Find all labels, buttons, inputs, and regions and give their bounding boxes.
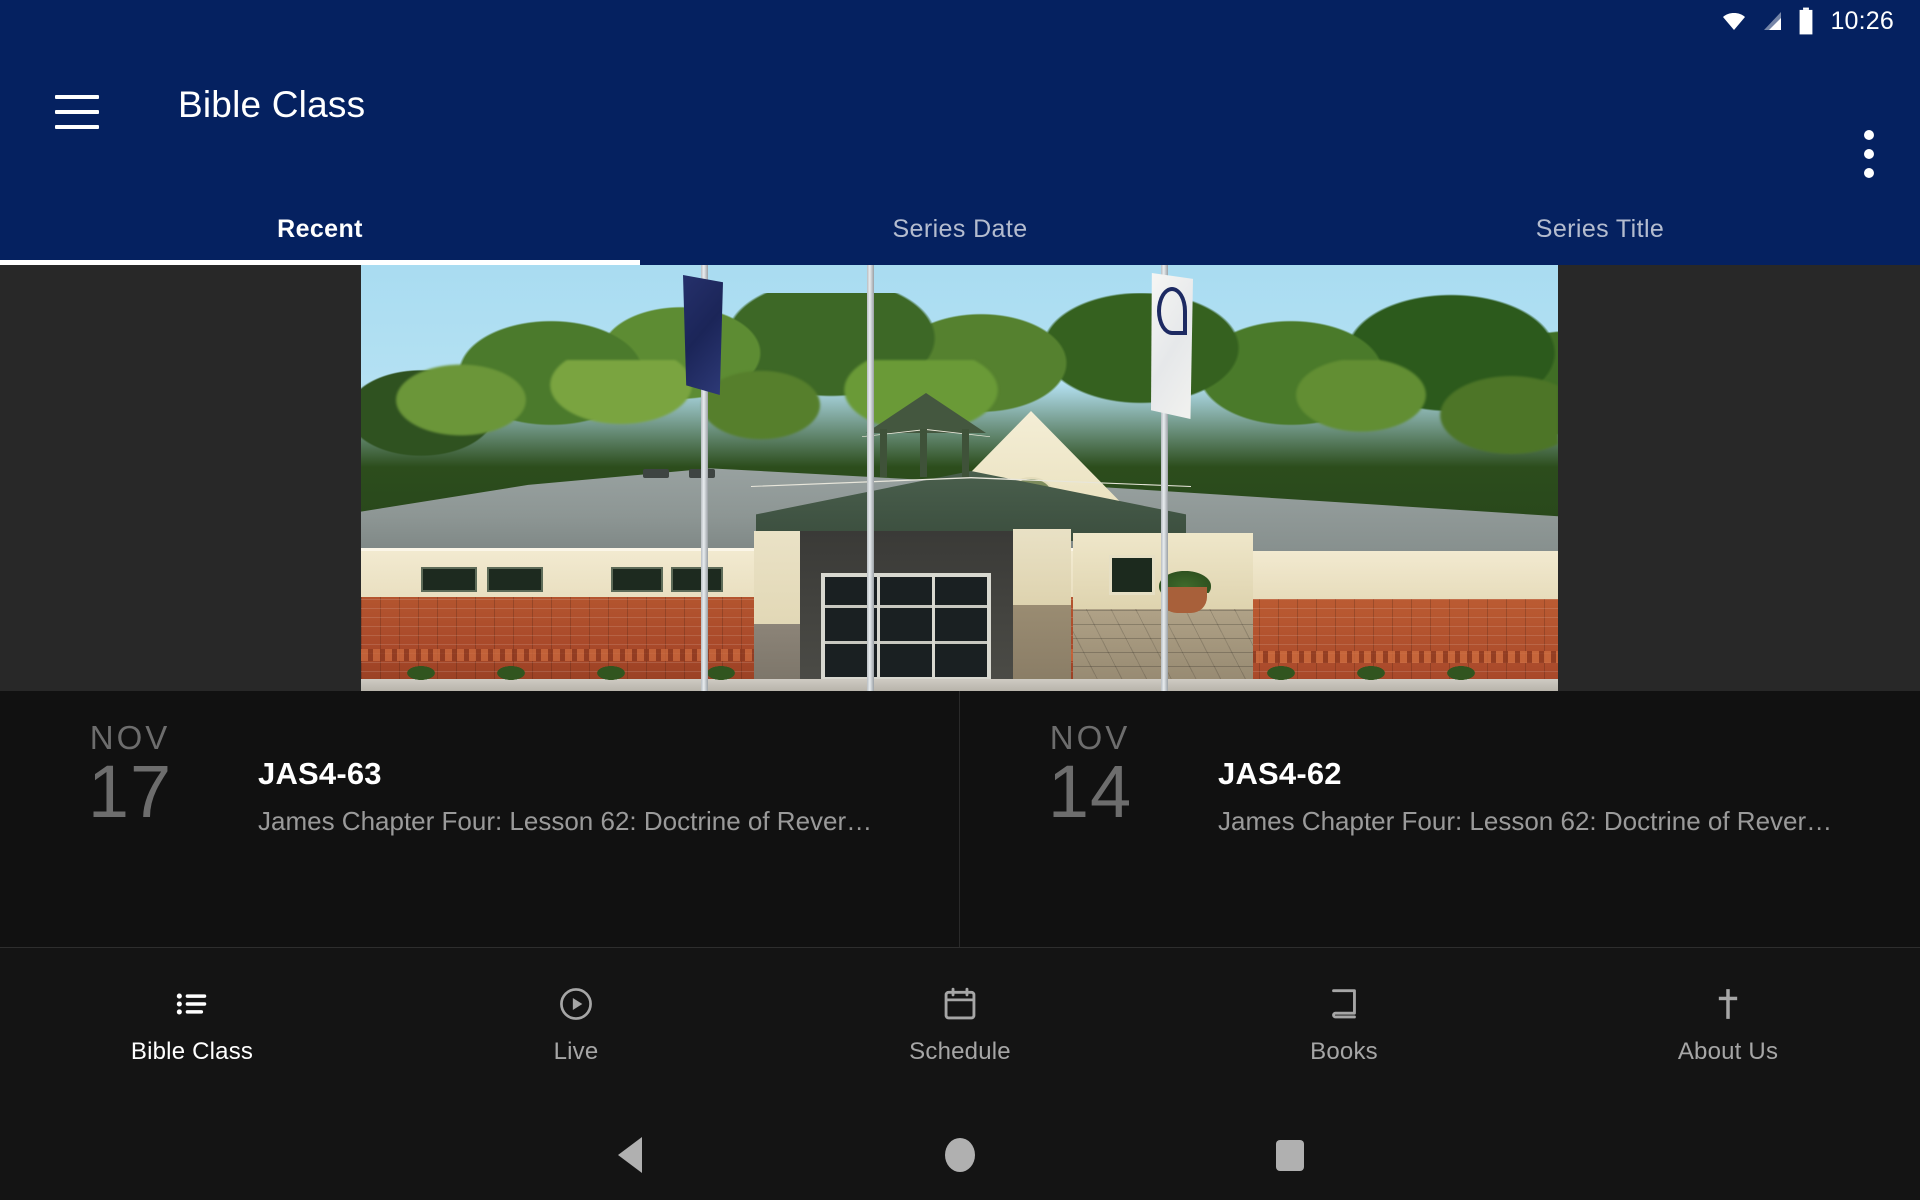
list-bulleted-icon — [173, 984, 211, 1024]
nav-item-schedule[interactable]: Schedule — [768, 948, 1152, 1066]
tab-series-date[interactable]: Series Date — [640, 194, 1280, 265]
lesson-code: JAS4-62 — [1218, 756, 1342, 791]
hamburger-menu-icon[interactable] — [55, 95, 99, 129]
lesson-list: NOV 17 JAS4-63 James Chapter Four: Lesso… — [0, 691, 1920, 948]
cross-icon — [1709, 984, 1747, 1024]
status-bar: 10:26 — [0, 0, 1920, 42]
bottom-navigation-bar: Bible Class Live Schedule Books About Us — [0, 948, 1920, 1110]
more-vert-icon[interactable] — [1864, 130, 1874, 178]
status-bar-clock: 10:26 — [1830, 6, 1894, 35]
nav-label: Schedule — [909, 1038, 1011, 1065]
app-root: 10:26 Bible Class Recent Series Date Ser… — [0, 0, 1920, 1200]
app-toolbar: Bible Class — [0, 42, 1920, 194]
nav-item-about-us[interactable]: About Us — [1536, 948, 1920, 1066]
nav-label: Bible Class — [130, 1038, 254, 1065]
tab-series-title[interactable]: Series Title — [1280, 194, 1920, 265]
book-icon — [1325, 984, 1363, 1024]
list-item[interactable]: NOV 14 JAS4-62 James Chapter Four: Lesso… — [960, 691, 1920, 948]
date-day: 17 — [87, 750, 173, 833]
recents-square-icon[interactable] — [1125, 1139, 1455, 1171]
column-right — [1013, 529, 1071, 681]
church-building-photo — [361, 265, 1558, 691]
nav-label: Live — [553, 1038, 599, 1065]
nav-label: About Us — [1677, 1038, 1779, 1065]
white-christian-flag — [1151, 273, 1193, 419]
back-triangle-icon[interactable] — [465, 1137, 795, 1173]
cellular-signal-icon — [1760, 9, 1786, 33]
window — [1109, 555, 1155, 595]
date-block: NOV 14 — [1035, 721, 1145, 829]
lesson-code: JAS4-63 — [258, 756, 382, 791]
hero-banner[interactable] — [0, 265, 1920, 691]
page-title: Bible Class — [178, 84, 366, 125]
nav-item-books[interactable]: Books — [1152, 948, 1536, 1066]
date-day: 14 — [1047, 750, 1133, 833]
nav-item-live[interactable]: Live — [384, 948, 768, 1066]
window — [611, 567, 663, 592]
battery-icon — [1797, 7, 1815, 35]
date-block: NOV 17 — [75, 721, 185, 829]
nav-item-bible-class[interactable]: Bible Class — [0, 948, 384, 1066]
shrubs — [361, 662, 1558, 682]
wifi-icon — [1719, 9, 1749, 33]
list-item-text: JAS4-62 James Chapter Four: Lesson 62: D… — [1218, 756, 1886, 837]
lesson-description: James Chapter Four: Lesson 62: Doctrine … — [258, 806, 873, 836]
column-left — [754, 531, 800, 681]
home-circle-icon[interactable] — [795, 1138, 1125, 1172]
roof-vent — [643, 469, 669, 478]
play-circle-icon — [557, 984, 595, 1024]
calendar-icon — [941, 984, 979, 1024]
nav-label: Books — [1310, 1038, 1378, 1065]
list-item[interactable]: NOV 17 JAS4-63 James Chapter Four: Lesso… — [0, 691, 960, 948]
window — [671, 567, 723, 592]
window — [487, 567, 543, 592]
blue-flag — [683, 275, 723, 395]
android-system-nav-bar — [0, 1110, 1920, 1200]
flagpole — [867, 265, 874, 691]
cupola — [862, 393, 990, 477]
window — [421, 567, 477, 592]
list-item-text: JAS4-63 James Chapter Four: Lesson 62: D… — [258, 756, 925, 837]
tab-bar: Recent Series Date Series Title — [0, 194, 1920, 265]
tab-recent[interactable]: Recent — [0, 194, 640, 265]
lesson-description: James Chapter Four: Lesson 62: Doctrine … — [1218, 806, 1833, 836]
